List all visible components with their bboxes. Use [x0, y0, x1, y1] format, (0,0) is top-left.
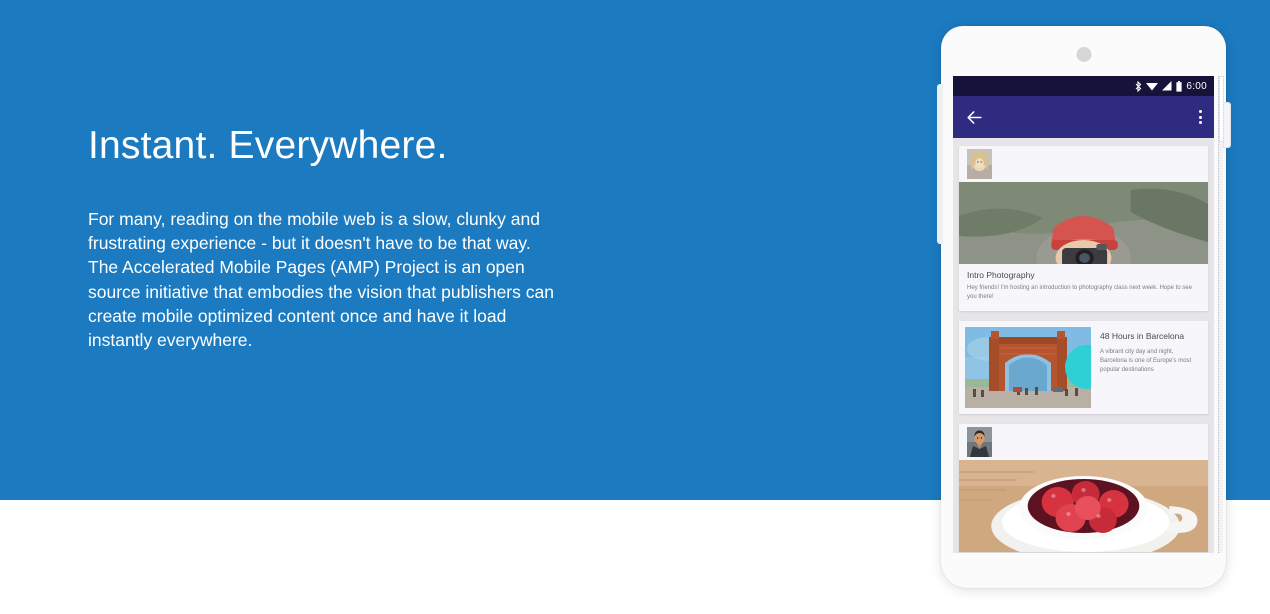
- feed-card-raspberries[interactable]: [959, 424, 1208, 553]
- user-avatar-blonde: [967, 149, 992, 179]
- bluetooth-icon: [1135, 80, 1142, 92]
- card-text: Intro Photography Hey friends! I'm hosti…: [959, 264, 1208, 311]
- card-title: 48 Hours in Barcelona: [1100, 331, 1185, 342]
- wifi-icon: [1146, 83, 1159, 91]
- overflow-dot: [1199, 121, 1202, 124]
- phone-device: 6:00 Intro Photography Hey friends! I'm …: [937, 26, 1231, 588]
- card-image: [959, 460, 1208, 553]
- card-body: Hey friends! I'm hosting an introduction…: [967, 284, 1192, 300]
- card-text: 48 Hours in Barcelona A vibrant city day…: [1091, 327, 1202, 376]
- card-title: Intro Photography: [967, 270, 1035, 280]
- hero-paragraph: For many, reading on the mobile web is a…: [88, 208, 554, 351]
- status-icon-group: [1135, 80, 1182, 92]
- raspberries-in-teacup: [959, 460, 1208, 553]
- phone-side-trim-left: [937, 84, 943, 244]
- overflow-dot: [1199, 110, 1202, 113]
- avatar: [967, 149, 992, 179]
- user-avatar-man: [967, 427, 992, 458]
- battery-icon: [1176, 80, 1182, 92]
- status-bar: 6:00: [953, 76, 1214, 96]
- feed-card-intro-photography[interactable]: Intro Photography Hey friends! I'm hosti…: [959, 146, 1208, 312]
- card-header: [959, 146, 1208, 182]
- page-root: Instant. Everywhere. For many, reading o…: [0, 0, 1270, 614]
- avatar: [967, 427, 992, 458]
- signal-icon: [1162, 81, 1172, 91]
- card-image: [965, 327, 1091, 409]
- card-image: [959, 182, 1208, 264]
- hero-copy: Instant. Everywhere. For many, reading o…: [88, 124, 608, 353]
- overflow-dot: [1199, 115, 1202, 119]
- scrollbar-thumb[interactable]: [1219, 76, 1224, 142]
- page-title: Instant. Everywhere.: [88, 124, 448, 167]
- vertical-scrollbar[interactable]: [1218, 76, 1224, 553]
- photographer-in-red-beanie: [959, 182, 1208, 264]
- card-body: A vibrant city day and night, Barcelona …: [1100, 348, 1192, 374]
- feed-card-barcelona[interactable]: 48 Hours in Barcelona A vibrant city day…: [959, 321, 1208, 415]
- card-header: [959, 424, 1208, 461]
- phone-side-button[interactable]: [1223, 102, 1231, 148]
- overflow-menu-icon[interactable]: [1199, 110, 1202, 124]
- camera-dot-icon: [1076, 47, 1091, 62]
- status-time: 6:00: [1186, 80, 1207, 92]
- back-arrow-icon[interactable]: [965, 108, 984, 127]
- article-feed[interactable]: Intro Photography Hey friends! I'm hosti…: [953, 138, 1214, 553]
- app-bar: [953, 96, 1214, 138]
- phone-screen: 6:00 Intro Photography Hey friends! I'm …: [953, 76, 1214, 553]
